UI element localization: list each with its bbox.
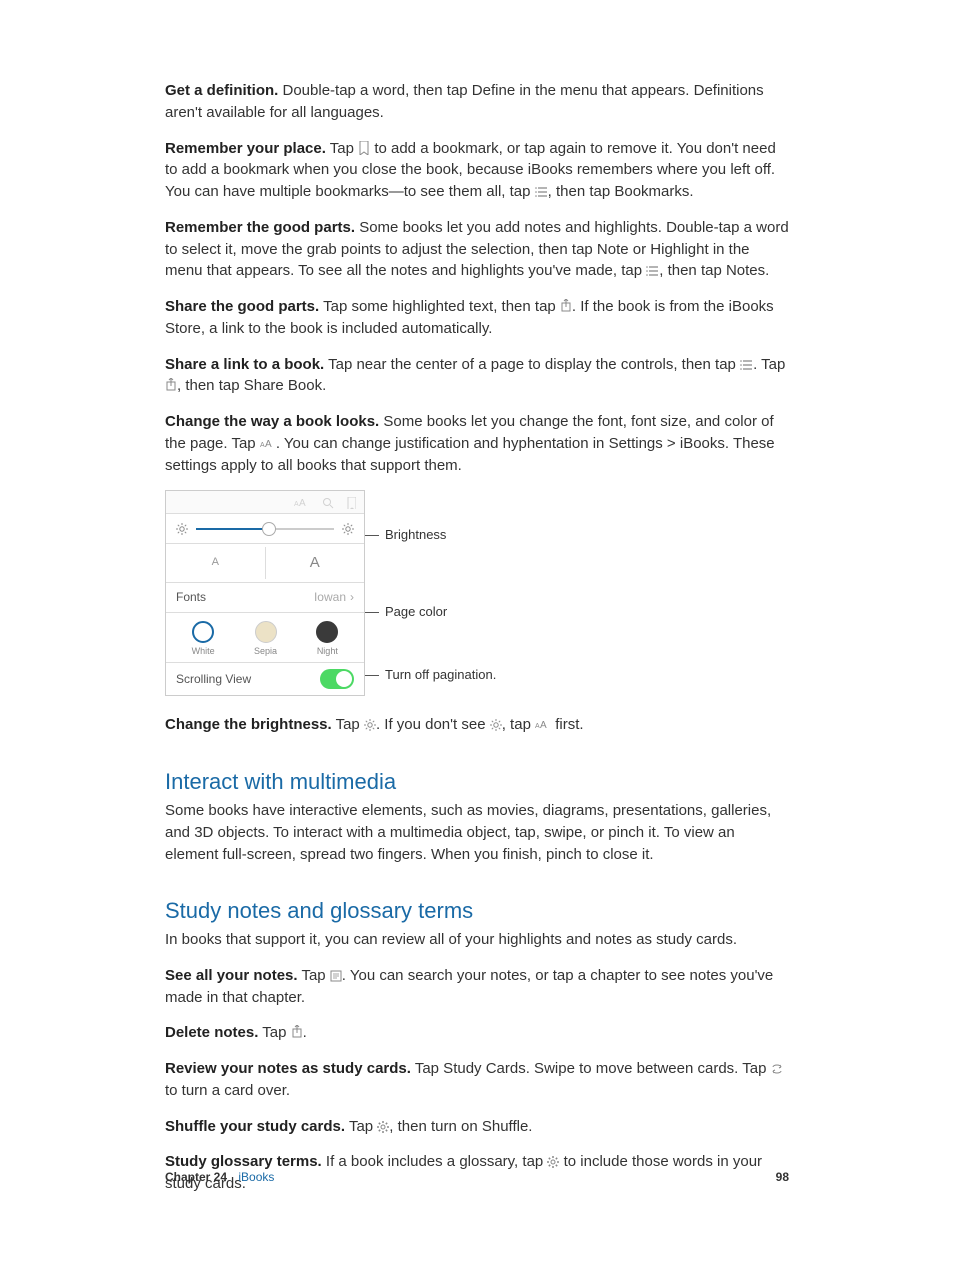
- panel-toolbar: [166, 491, 364, 513]
- font-size-row: A A: [166, 543, 364, 582]
- bold-label: Shuffle your study cards.: [165, 1118, 345, 1135]
- para-change-brightness: Change the brightness. Tap . If you don'…: [165, 714, 789, 736]
- bold-label: See all your notes.: [165, 967, 298, 984]
- bold-label: Get a definition.: [165, 82, 278, 99]
- section-study-title: Study notes and glossary terms: [165, 895, 789, 927]
- share-icon: [165, 378, 177, 392]
- para-review-cards: Review your notes as study cards. Tap St…: [165, 1058, 789, 1102]
- page-number: 98: [776, 1169, 789, 1186]
- color-white-option[interactable]: White: [192, 621, 215, 658]
- aa-icon: [535, 719, 551, 731]
- callout-pagination: Turn off pagination.: [365, 666, 496, 685]
- list-icon: [535, 186, 548, 198]
- brightness-low-icon: [176, 523, 188, 535]
- page-color-row: White Sepia Night: [166, 612, 364, 662]
- text: , tap: [502, 716, 535, 733]
- text: Tap: [345, 1118, 377, 1135]
- bold-label: Change the brightness.: [165, 716, 332, 733]
- text: . Tap: [753, 356, 785, 373]
- text: .: [303, 1024, 307, 1041]
- brightness-row: [166, 513, 364, 543]
- bold-label: Share the good parts.: [165, 298, 319, 315]
- text: Tap: [298, 967, 330, 984]
- settings-panel: A A Fonts Iowan› White Sepia Night Scrol…: [165, 490, 365, 696]
- para-remember-place: Remember your place. Tap to add a bookma…: [165, 138, 789, 203]
- brightness-slider[interactable]: [196, 528, 334, 530]
- brightness-icon: [490, 719, 502, 731]
- para-share-good: Share the good parts. Tap some highlight…: [165, 296, 789, 340]
- para-change-look: Change the way a book looks. Some books …: [165, 411, 789, 476]
- para-shuffle: Shuffle your study cards. Tap , then tur…: [165, 1116, 789, 1138]
- gear-icon: [377, 1121, 389, 1133]
- para-delete-notes: Delete notes. Tap .: [165, 1022, 789, 1044]
- share-icon: [560, 299, 572, 313]
- text: Tap: [332, 716, 364, 733]
- color-sepia-option[interactable]: Sepia: [254, 621, 277, 658]
- aa-icon: [260, 438, 276, 450]
- text: Tap: [258, 1024, 290, 1041]
- gear-icon: [547, 1156, 559, 1168]
- notes-icon: [330, 970, 342, 982]
- text: Tap some highlighted text, then tap: [319, 298, 560, 315]
- section-multimedia-title: Interact with multimedia: [165, 766, 789, 798]
- para-remember-good: Remember the good parts. Some books let …: [165, 217, 789, 282]
- fonts-row[interactable]: Fonts Iowan›: [166, 582, 364, 612]
- search-icon: [322, 497, 334, 509]
- bold-label: Share a link to a book.: [165, 356, 324, 373]
- text: to turn a card over.: [165, 1082, 290, 1099]
- chevron-right-icon: ›: [350, 589, 354, 606]
- flip-icon: [771, 1063, 783, 1075]
- callout-brightness: Brightness: [365, 526, 446, 545]
- text: Tap near the center of a page to display…: [324, 356, 740, 373]
- text: , then tap Share Book.: [177, 377, 326, 394]
- chapter-label: Chapter 24: [165, 1170, 227, 1184]
- list-icon: [646, 265, 659, 277]
- scrolling-view-row: Scrolling View: [166, 662, 364, 695]
- page-footer: Chapter 24 iBooks 98: [165, 1169, 789, 1186]
- fonts-label: Fonts: [176, 589, 206, 606]
- bold-label: Review your notes as study cards.: [165, 1060, 411, 1077]
- aa-icon: [294, 497, 310, 509]
- para-definition: Get a definition. Double-tap a word, the…: [165, 80, 789, 124]
- chapter-info: Chapter 24 iBooks: [165, 1169, 274, 1186]
- font-smaller-button[interactable]: A: [166, 547, 266, 579]
- settings-panel-illustration: A A Fonts Iowan› White Sepia Night Scrol…: [165, 490, 789, 696]
- text: Tap Study Cards. Swipe to move between c…: [411, 1060, 771, 1077]
- scrolling-view-toggle[interactable]: [320, 669, 354, 689]
- para-share-link: Share a link to a book. Tap near the cen…: [165, 354, 789, 398]
- share-icon: [291, 1025, 303, 1039]
- bold-label: Change the way a book looks.: [165, 413, 379, 430]
- font-name-value: Iowan›: [314, 589, 354, 606]
- bookmark-icon: [358, 141, 370, 155]
- callout-page-color: Page color: [365, 603, 447, 622]
- section-study-intro: In books that support it, you can review…: [165, 929, 789, 951]
- scrolling-view-label: Scrolling View: [176, 671, 251, 688]
- chapter-name: iBooks: [238, 1170, 274, 1184]
- list-icon: [740, 359, 753, 371]
- bold-label: Remember the good parts.: [165, 219, 355, 236]
- font-larger-button[interactable]: A: [266, 544, 365, 582]
- text: . If you don't see: [376, 716, 490, 733]
- text: , then tap Notes.: [659, 262, 769, 279]
- text: first.: [551, 716, 584, 733]
- bold-label: Delete notes.: [165, 1024, 258, 1041]
- section-multimedia-text: Some books have interactive elements, su…: [165, 800, 789, 865]
- page-content: Get a definition. Double-tap a word, the…: [0, 0, 954, 1195]
- brightness-high-icon: [342, 523, 354, 535]
- bold-label: Remember your place.: [165, 140, 326, 157]
- brightness-icon: [364, 719, 376, 731]
- para-see-notes: See all your notes. Tap . You can search…: [165, 965, 789, 1009]
- text: , then tap Bookmarks.: [548, 183, 694, 200]
- text: Tap: [326, 140, 358, 157]
- text: , then turn on Shuffle.: [389, 1118, 532, 1135]
- color-night-option[interactable]: Night: [316, 621, 338, 658]
- bookmark-icon: [346, 497, 356, 509]
